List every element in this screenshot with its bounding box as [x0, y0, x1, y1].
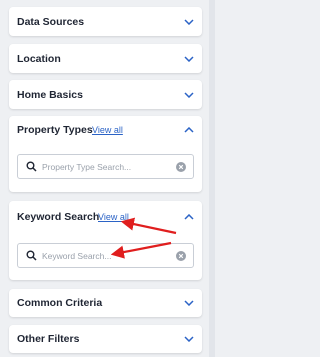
chevron-up-icon[interactable]	[184, 214, 194, 220]
filter-panel-property-types: Property Types View all	[9, 116, 202, 192]
panel-title: Keyword Search	[17, 211, 100, 223]
clear-icon[interactable]	[176, 251, 186, 261]
panel-title: Common Criteria	[17, 297, 103, 309]
chevron-down-icon	[184, 92, 194, 98]
panel-header-home-basics[interactable]: Home Basics	[9, 80, 202, 110]
search-icon	[26, 250, 37, 261]
search-icon	[26, 161, 37, 172]
chevron-up-icon[interactable]	[184, 127, 194, 133]
panel-header-other-filters[interactable]: Other Filters	[9, 325, 202, 353]
property-type-search-input[interactable]	[42, 159, 162, 174]
scrollbar-track[interactable]	[209, 0, 215, 357]
panel-header-common-criteria[interactable]: Common Criteria	[9, 289, 202, 317]
clear-icon[interactable]	[176, 162, 186, 172]
property-type-search-field[interactable]	[17, 154, 194, 179]
chevron-down-icon	[184, 56, 194, 62]
filter-panel-keyword-search: Keyword Search View all	[9, 201, 202, 280]
filter-panel-data-sources: Data Sources	[9, 7, 202, 36]
panel-header-keyword-search[interactable]: Keyword Search View all	[9, 201, 202, 233]
filter-panel-common-criteria: Common Criteria	[9, 289, 202, 317]
panel-header-data-sources[interactable]: Data Sources	[9, 7, 202, 37]
keyword-search-input[interactable]	[42, 248, 162, 263]
panel-title: Data Sources	[17, 16, 85, 28]
chevron-down-icon	[184, 19, 194, 25]
filter-panel-home-basics: Home Basics	[9, 80, 202, 109]
filter-panel-location: Location	[9, 44, 202, 73]
panel-header-location[interactable]: Location	[9, 44, 202, 74]
chevron-down-icon	[184, 300, 194, 306]
view-all-link[interactable]: View all	[98, 212, 129, 222]
panel-title: Property Types	[17, 124, 93, 136]
chevron-down-icon	[184, 336, 194, 342]
panel-title: Location	[17, 53, 61, 65]
filter-panel-other-filters: Other Filters	[9, 325, 202, 353]
panel-title: Other Filters	[17, 333, 80, 345]
keyword-search-field[interactable]	[17, 243, 194, 268]
panel-title: Home Basics	[17, 89, 83, 101]
panel-header-property-types[interactable]: Property Types View all	[9, 116, 202, 144]
view-all-link[interactable]: View all	[92, 125, 123, 135]
